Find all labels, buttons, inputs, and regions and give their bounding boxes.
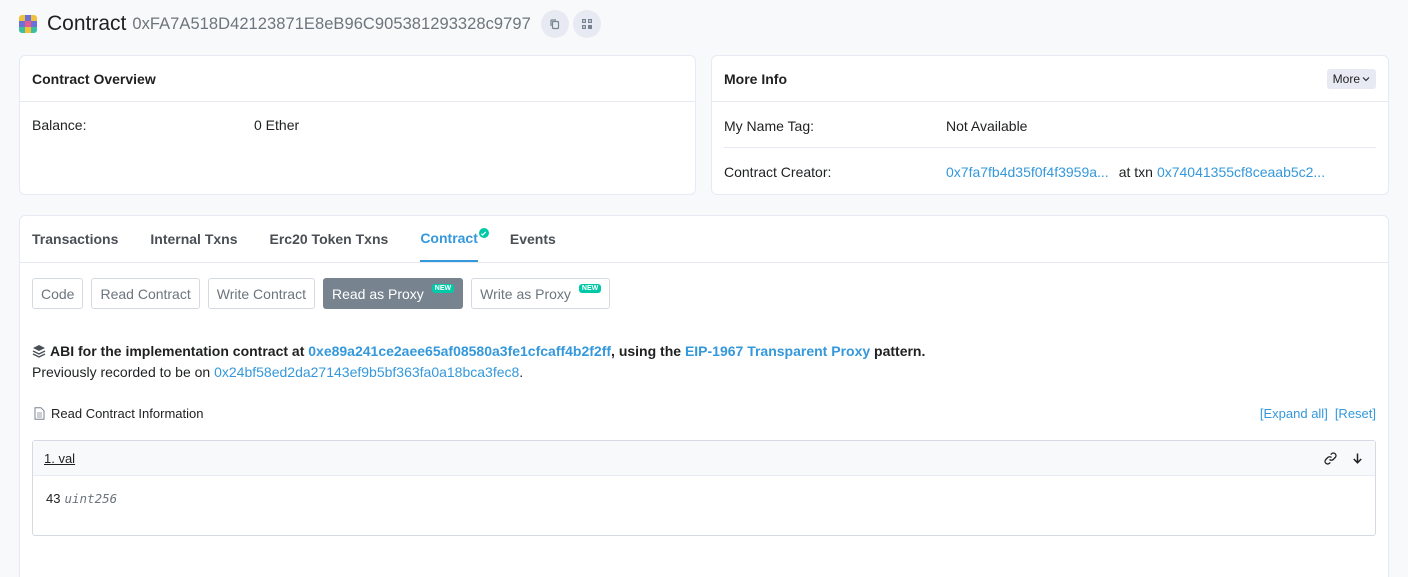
more-info-header: More Info More (712, 56, 1388, 102)
new-badge: NEW (431, 284, 455, 293)
subtab-write-contract[interactable]: Write Contract (207, 278, 315, 309)
creator-row: Contract Creator: 0x7fa7fb4d35f0f4f3959a… (724, 164, 1325, 180)
function-title[interactable]: 1. val (44, 451, 75, 466)
balance-row: Balance: 0 Ether (32, 117, 299, 133)
reset-link[interactable]: [Reset] (1335, 406, 1376, 421)
tab-contract[interactable]: Contract (420, 216, 489, 262)
using-text: , using the (611, 343, 685, 359)
at-txn-label: at txn (1118, 164, 1153, 180)
tab-transactions[interactable]: Transactions (32, 216, 118, 262)
more-button-label: More (1332, 71, 1360, 86)
proxy-abi-info: ABI for the implementation contract at 0… (32, 343, 925, 359)
function-value: 43 (46, 491, 61, 506)
new-badge: NEW (578, 284, 602, 293)
contract-identicon (19, 15, 37, 33)
creator-label: Contract Creator: (724, 164, 832, 180)
contract-tabs-card: Transactions Internal Txns Erc20 Token T… (19, 215, 1389, 577)
overview-title: Contract Overview (32, 70, 156, 87)
copy-icon (550, 19, 559, 30)
subtab-read-contract[interactable]: Read Contract (91, 278, 200, 309)
read-contract-info-title: Read Contract Information (51, 406, 204, 421)
page-header: Contract 0xFA7A518D42123871E8eB96C905381… (19, 10, 605, 38)
balance-label: Balance: (32, 117, 87, 133)
copy-address-button[interactable] (540, 10, 569, 38)
subtab-read-as-proxy[interactable]: Read as Proxy NEW (322, 278, 464, 309)
proxy-pattern-link[interactable]: EIP-1967 Transparent Proxy (685, 343, 870, 359)
contract-subtabs: Code Read Contract Write Contract Read a… (32, 278, 611, 309)
copy-link-button[interactable] (1324, 451, 1337, 465)
document-icon (34, 407, 45, 420)
contract-overview-card: Contract Overview Balance: 0 Ether (19, 55, 696, 195)
layers-icon (32, 345, 46, 358)
tab-events[interactable]: Events (510, 216, 556, 262)
previous-prefix-text: Previously recorded to be on (32, 364, 215, 380)
abi-prefix-text: ABI for the implementation contract at (50, 343, 309, 359)
tab-bar: Transactions Internal Txns Erc20 Token T… (20, 216, 1388, 263)
chevron-down-icon (1362, 76, 1370, 81)
name-tag-value: Not Available (946, 118, 1028, 134)
link-icon (1324, 451, 1337, 465)
more-info-title: More Info (724, 70, 787, 87)
expand-all-link[interactable]: [Expand all] (1260, 406, 1328, 421)
previous-suffix-text: . (519, 364, 524, 380)
expand-reset-links: [Expand all] [Reset] (1260, 406, 1376, 421)
divider (724, 147, 1376, 148)
subtab-code[interactable]: Code (32, 278, 84, 309)
balance-value: 0 Ether (254, 117, 300, 133)
page-title: Contract (47, 12, 127, 35)
creator-address-link[interactable]: 0x7fa7fb4d35f0f4f3959a... (946, 164, 1109, 180)
overview-header: Contract Overview (20, 56, 695, 102)
tab-contract-label: Contract (420, 230, 478, 246)
name-tag-label: My Name Tag: (724, 118, 814, 134)
write-as-proxy-label: Write as Proxy (480, 285, 571, 302)
qr-code-button[interactable] (572, 10, 601, 38)
arrow-down-icon (1353, 453, 1362, 464)
read-contract-info-heading: Read Contract Information (34, 406, 203, 421)
implementation-address-link[interactable]: 0xe89a241ce2aee65af08580a3fe1cfcaff4b2f2… (308, 343, 611, 359)
creator-txn-link[interactable]: 0x74041355cf8ceaab5c2... (1157, 164, 1325, 180)
function-return-type: uint256 (64, 491, 118, 506)
pattern-suffix-text: pattern. (870, 343, 926, 359)
function-actions (1324, 451, 1364, 465)
more-dropdown-button[interactable]: More (1326, 68, 1376, 89)
name-tag-row: My Name Tag: Not Available (724, 118, 1027, 134)
function-result: 43 uint256 (33, 476, 1375, 521)
verified-check-icon (478, 228, 489, 238)
qr-code-icon (581, 19, 592, 29)
function-item: 1. val 43 uint256 (32, 440, 1376, 536)
more-info-card: More Info More My Name Tag: Not Availabl… (711, 55, 1389, 195)
tab-erc20-token-txns[interactable]: Erc20 Token Txns (270, 216, 389, 262)
previous-address-link[interactable]: 0x24bf58ed2da27143ef9b5bf363fa0a18bca3fe… (214, 364, 519, 380)
read-as-proxy-label: Read as Proxy (331, 285, 424, 302)
expand-function-button[interactable] (1351, 452, 1364, 465)
contract-address: 0xFA7A518D42123871E8eB96C905381293328c97… (132, 14, 531, 33)
subtab-write-as-proxy[interactable]: Write as Proxy NEW (471, 278, 611, 309)
function-header[interactable]: 1. val (33, 441, 1375, 476)
tab-internal-txns[interactable]: Internal Txns (150, 216, 237, 262)
previous-implementation-info: Previously recorded to be on 0x24bf58ed2… (32, 364, 523, 380)
